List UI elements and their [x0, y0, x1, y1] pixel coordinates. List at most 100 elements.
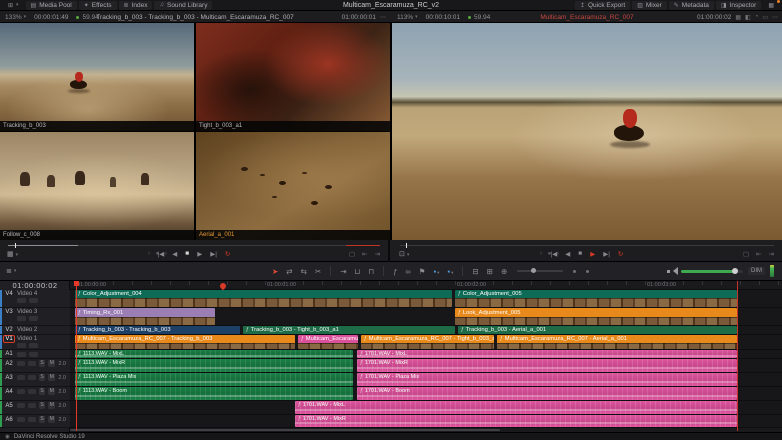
multicam-grid-icon[interactable]: ▦	[735, 14, 741, 21]
goto-in-icon[interactable]: ⇤	[756, 250, 761, 258]
lock-toggle[interactable]	[17, 316, 26, 321]
dim-button[interactable]: DIM	[748, 267, 765, 275]
audio-clip[interactable]: ƒ1701.WAV - Boom	[357, 387, 737, 400]
mute-button[interactable]: M	[48, 388, 55, 395]
metadata-button[interactable]: ✎Metadata	[669, 1, 714, 10]
audio-clip[interactable]: ƒ1113.WAV - MixL	[75, 350, 353, 358]
lock-toggle[interactable]	[17, 375, 25, 380]
auto-select-toggle[interactable]	[29, 316, 38, 321]
link-toggle[interactable]: ∞	[405, 267, 410, 276]
zoom-fit-icon[interactable]: ⊟	[472, 267, 478, 276]
audio-clip[interactable]: ƒ1113.WAV - Boom	[75, 387, 353, 400]
replace-clip-button[interactable]: ⊓	[368, 267, 374, 276]
mute-button[interactable]: M	[48, 374, 55, 381]
overwrite-clip-button[interactable]: ⊔	[354, 267, 360, 276]
left-zoom-select[interactable]: 133%▾	[5, 14, 26, 21]
track-badge-A2[interactable]: A2	[4, 361, 14, 367]
timeline-clip[interactable]: ƒMulticam_Escaramuza_RC_007 - Follow_c_0…	[298, 335, 358, 349]
scopes-icon[interactable]: ◔	[755, 14, 759, 21]
track-header-A5[interactable]: A5SM2.0	[0, 401, 70, 415]
mixer-button[interactable]: ▥Mixer	[632, 1, 667, 10]
lock-toggle[interactable]	[17, 417, 25, 422]
selection-tool[interactable]: ➤	[272, 267, 278, 276]
timeline-marker[interactable]	[219, 282, 227, 290]
timeline-viewer[interactable]	[392, 23, 782, 240]
multicam-angle-3[interactable]: Follow_c_008	[0, 132, 194, 240]
track-badge-V2[interactable]: V2	[4, 327, 14, 333]
track-badge-V3[interactable]: V3	[4, 309, 14, 315]
step-back-button[interactable]: ◀	[565, 250, 570, 258]
wipe-icon[interactable]: ▭	[762, 14, 768, 21]
first-frame-button[interactable]: |◀	[158, 250, 165, 258]
razor-tool[interactable]: ✂	[315, 267, 321, 276]
auto-select-toggle[interactable]	[29, 343, 38, 348]
auto-select-toggle[interactable]	[28, 375, 36, 380]
track-badge-A5[interactable]: A5	[4, 403, 14, 409]
timeline-clip[interactable]: ƒTiming_Rx_001	[75, 308, 215, 325]
left-viewer-options-icon[interactable]: ⋯	[380, 14, 386, 21]
timeline-clip[interactable]: ƒTracking_b_003 - Tracking_b_003	[75, 326, 240, 334]
stop-button[interactable]: ■	[185, 250, 189, 258]
zoom-slider-knob[interactable]	[531, 268, 536, 273]
lock-toggle[interactable]	[17, 352, 26, 357]
unmix-icon[interactable]: ▢	[743, 250, 749, 258]
lock-toggle[interactable]	[17, 361, 25, 366]
timeline-clip[interactable]: ƒMulticam_Escaramuza_RC_007 - Tight_b_00…	[361, 335, 494, 349]
track-header-V2[interactable]: V2Video 2	[0, 326, 70, 335]
timeline-options-icon[interactable]: ≣▾	[6, 267, 16, 275]
viewer-options-icon[interactable]: ⋯	[772, 14, 778, 21]
lock-toggle[interactable]	[17, 389, 25, 394]
solo-button[interactable]: S	[39, 360, 46, 367]
media-pool-button[interactable]: ▤Media Pool	[26, 1, 77, 10]
inspector-button[interactable]: ◨Inspector	[716, 1, 761, 10]
flag-button[interactable]: ⚑	[419, 267, 426, 276]
lock-toggle[interactable]	[17, 343, 26, 348]
last-frame-button[interactable]: ▶|	[603, 250, 610, 258]
track-header-A4[interactable]: A4SM2.0	[0, 387, 70, 401]
mute-button[interactable]: M	[48, 360, 55, 367]
track-badge-V1[interactable]: V1	[4, 336, 14, 342]
workspace-layout-icon[interactable]: ⊞▾	[3, 1, 24, 10]
audio-clip[interactable]: ƒ1701.WAV - MixL	[295, 401, 737, 414]
step-back-button[interactable]: ◀	[172, 250, 177, 258]
multicam-angle-4-active[interactable]: Aerial_a_001	[196, 132, 390, 240]
solo-button[interactable]: S	[39, 402, 46, 409]
scrollbar-thumb[interactable]	[70, 429, 500, 431]
timeline-clip[interactable]: ƒColor_Adjustment_005	[455, 290, 737, 307]
timeline-clip[interactable]: ƒTracking_b_003 - Aerial_a_001	[458, 326, 737, 334]
loop-button[interactable]: ↻	[618, 250, 623, 258]
effects-button[interactable]: ✦Effects	[79, 1, 117, 10]
timeline-clip[interactable]: ƒColor_Adjustment_004	[75, 290, 452, 307]
play-button[interactable]: ▶	[590, 250, 595, 258]
unmix-icon[interactable]: ▢	[349, 250, 355, 258]
track-badge-V4[interactable]: V4	[4, 291, 14, 297]
auto-select-toggle[interactable]	[28, 417, 36, 422]
zoom-full-icon[interactable]: ⊞	[487, 267, 493, 276]
playhead[interactable]	[76, 281, 77, 431]
audio-clip[interactable]: ƒ1113.WAV - Plaza Mix	[75, 373, 353, 386]
track-header-A6[interactable]: A6SM2.0	[0, 415, 70, 428]
stop-button[interactable]: ■	[578, 250, 582, 258]
auto-select-toggle[interactable]	[29, 352, 38, 357]
retime-button[interactable]: ƒ	[393, 267, 397, 276]
mute-button[interactable]: M	[48, 402, 55, 409]
lock-toggle[interactable]	[17, 298, 26, 303]
track-badge-A4[interactable]: A4	[4, 389, 14, 395]
page-layout-icon[interactable]: ▦	[763, 1, 779, 10]
trim-edit-tool[interactable]: ⇄	[286, 267, 292, 276]
audio-clip[interactable]: ƒ1701.WAV - Plaza Mix	[357, 373, 737, 386]
timeline-clip[interactable]: ƒLook_Adjustment_005	[455, 308, 737, 325]
lock-toggle[interactable]	[17, 403, 25, 408]
solo-button[interactable]: S	[39, 416, 46, 423]
zoom-custom-icon[interactable]: ⊕	[501, 267, 507, 276]
flag-color-dropdown[interactable]: ▪▾	[447, 267, 453, 276]
volume-slider[interactable]	[681, 270, 743, 273]
timeline-clip[interactable]: ƒTracking_b_003 - Tight_b_003_a1	[243, 326, 455, 334]
audio-clip[interactable]: ƒ1701.WAV - MixL	[357, 350, 737, 358]
audio-clip[interactable]: ƒ1701.WAV - MixR	[295, 415, 737, 427]
right-zoom-select[interactable]: 113%▾	[397, 14, 418, 21]
goto-out-icon[interactable]: ⇥	[375, 250, 380, 258]
audio-clip[interactable]: ƒ1701.WAV - MixR	[357, 359, 737, 372]
mute-button[interactable]: M	[48, 416, 55, 423]
track-header-V1[interactable]: V1Video 1	[0, 335, 70, 350]
